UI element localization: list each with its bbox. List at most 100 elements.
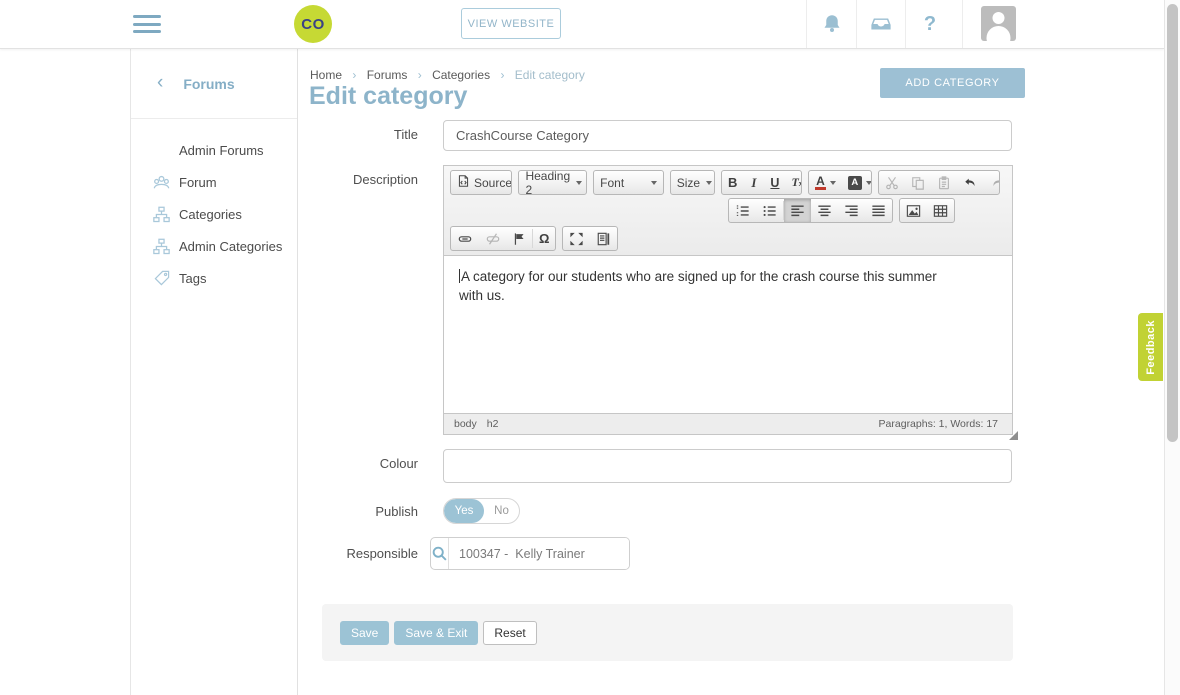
source-button[interactable]: Source bbox=[451, 171, 512, 194]
maximize-button[interactable] bbox=[563, 227, 590, 250]
editor-statusbar: body h2 Paragraphs: 1, Words: 17 bbox=[444, 413, 1012, 434]
align-left-button[interactable] bbox=[784, 199, 811, 222]
editor-content[interactable]: A category for our students who are sign… bbox=[444, 256, 1012, 422]
publish-toggle[interactable]: Yes No bbox=[443, 498, 520, 524]
chevron-down-icon bbox=[651, 181, 657, 185]
topbar: CO VIEW WEBSITE ? bbox=[0, 0, 1164, 49]
align-right-icon bbox=[844, 204, 859, 218]
paste-button[interactable] bbox=[931, 171, 957, 194]
title-label: Title bbox=[248, 127, 418, 142]
bullet-list-icon bbox=[762, 204, 777, 218]
size-dropdown[interactable]: Size bbox=[671, 171, 715, 194]
underline-button[interactable]: U bbox=[764, 171, 785, 194]
sitemap-icon bbox=[153, 206, 170, 223]
align-left-icon bbox=[790, 204, 805, 218]
actions-panel: Save Save & Exit Reset bbox=[322, 604, 1013, 661]
scrollbar-thumb[interactable] bbox=[1167, 4, 1178, 442]
topbar-divider bbox=[962, 0, 963, 48]
tag-icon bbox=[153, 270, 170, 287]
show-blocks-icon bbox=[596, 232, 611, 246]
align-center-button[interactable] bbox=[811, 199, 838, 222]
page-title: Edit category bbox=[309, 82, 467, 111]
link-button[interactable] bbox=[451, 227, 479, 250]
app-logo[interactable]: CO bbox=[294, 5, 332, 43]
title-input[interactable] bbox=[443, 120, 1012, 151]
cut-button[interactable] bbox=[879, 171, 905, 194]
feedback-tab[interactable]: Feedback bbox=[1138, 313, 1163, 381]
show-blocks-button[interactable] bbox=[590, 227, 617, 250]
redo-icon bbox=[990, 176, 1000, 190]
paragraph-format-dropdown[interactable]: Heading 2 bbox=[519, 171, 587, 194]
responsible-label: Responsible bbox=[248, 546, 418, 561]
sidebar-back[interactable]: ‹ Forums bbox=[131, 49, 297, 119]
page: CO VIEW WEBSITE ? ‹ Forums Admin Forums bbox=[0, 0, 1180, 695]
search-icon[interactable] bbox=[431, 538, 449, 569]
sidebar-item-tags[interactable]: Tags bbox=[131, 262, 297, 294]
publish-label: Publish bbox=[248, 504, 418, 519]
sidebar-item-admin-categories[interactable]: Admin Categories bbox=[131, 230, 297, 262]
undo-button[interactable] bbox=[957, 171, 984, 194]
save-button[interactable]: Save bbox=[340, 621, 389, 645]
insert-table-button[interactable] bbox=[927, 199, 954, 222]
copy-button[interactable] bbox=[905, 171, 931, 194]
remove-format-icon: Tx bbox=[791, 175, 802, 190]
editor-resize-handle[interactable] bbox=[1009, 431, 1018, 440]
remove-format-button[interactable]: Tx bbox=[785, 171, 802, 194]
breadcrumb-categories[interactable]: Categories bbox=[432, 68, 490, 82]
numbered-list-icon bbox=[735, 204, 750, 218]
text-color-button[interactable]: A bbox=[809, 171, 842, 194]
menu-icon[interactable] bbox=[133, 15, 161, 34]
redo-button[interactable] bbox=[984, 171, 1000, 194]
element-path: body h2 bbox=[454, 418, 498, 430]
unlink-button[interactable] bbox=[479, 227, 507, 250]
sidebar-title: Forums bbox=[183, 76, 234, 92]
breadcrumb: Home › Forums › Categories › Edit catego… bbox=[310, 68, 585, 82]
undo-icon bbox=[963, 176, 978, 190]
insert-image-button[interactable] bbox=[900, 199, 927, 222]
save-exit-button[interactable]: Save & Exit bbox=[394, 621, 478, 645]
chevron-down-icon bbox=[830, 181, 836, 185]
editor-toolbar: Source Heading 2 Font bbox=[444, 166, 1012, 256]
responsible-input[interactable] bbox=[449, 538, 630, 569]
sidebar: ‹ Forums Admin Forums Forum Categories bbox=[130, 49, 298, 695]
font-dropdown[interactable]: Font bbox=[594, 171, 663, 194]
special-char-button[interactable]: Ω bbox=[533, 227, 555, 250]
bullet-list-button[interactable] bbox=[756, 199, 783, 222]
sidebar-item-categories[interactable]: Categories bbox=[131, 198, 297, 230]
copy-icon bbox=[911, 176, 925, 190]
chevron-down-icon bbox=[866, 181, 872, 185]
numbered-list-button[interactable] bbox=[729, 199, 756, 222]
notifications-bell-icon[interactable] bbox=[808, 0, 856, 48]
justify-button[interactable] bbox=[865, 199, 892, 222]
text-cursor bbox=[459, 269, 460, 283]
italic-button[interactable]: I bbox=[743, 171, 764, 194]
sidebar-menu: Admin Forums Forum Categories Admin Cate… bbox=[131, 119, 297, 294]
inbox-icon[interactable] bbox=[857, 0, 905, 48]
reset-button[interactable]: Reset bbox=[483, 621, 536, 645]
breadcrumb-home[interactable]: Home bbox=[310, 68, 342, 82]
link-icon bbox=[457, 232, 473, 246]
colour-input[interactable] bbox=[443, 449, 1012, 483]
help-icon[interactable]: ? bbox=[906, 0, 954, 48]
anchor-button[interactable] bbox=[507, 227, 532, 250]
colour-label: Colour bbox=[248, 456, 418, 471]
align-right-button[interactable] bbox=[838, 199, 865, 222]
user-avatar[interactable] bbox=[981, 6, 1016, 41]
description-label: Description bbox=[248, 172, 418, 187]
description-editor: Source Heading 2 Font bbox=[443, 165, 1013, 435]
bold-button[interactable]: B bbox=[722, 171, 743, 194]
publish-toggle-no[interactable]: No bbox=[484, 499, 519, 523]
align-center-icon bbox=[817, 204, 832, 218]
background-color-button[interactable]: A bbox=[842, 171, 872, 194]
source-icon bbox=[457, 174, 470, 191]
element-path-h2[interactable]: h2 bbox=[487, 418, 499, 430]
page-scrollbar[interactable] bbox=[1164, 0, 1180, 695]
paste-icon bbox=[937, 176, 951, 190]
breadcrumb-forums[interactable]: Forums bbox=[367, 68, 408, 82]
word-count: Paragraphs: 1, Words: 17 bbox=[879, 418, 998, 430]
add-category-button[interactable]: ADD CATEGORY bbox=[880, 68, 1025, 98]
maximize-icon bbox=[569, 232, 584, 246]
element-path-body[interactable]: body bbox=[454, 418, 477, 430]
view-website-button[interactable]: VIEW WEBSITE bbox=[461, 8, 561, 39]
publish-toggle-yes[interactable]: Yes bbox=[444, 499, 484, 523]
